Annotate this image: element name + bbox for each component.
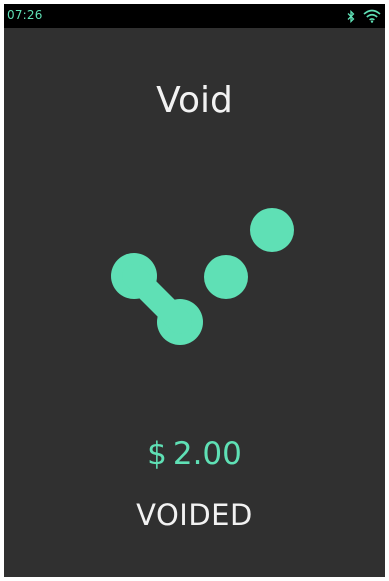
app-screen: 07:26 Void $ 2.00 VOIDED bbox=[4, 4, 385, 577]
wifi-icon bbox=[363, 9, 381, 23]
amount-value: 2.00 bbox=[172, 436, 242, 472]
void-logo-icon bbox=[111, 208, 294, 345]
page-title: Void bbox=[156, 80, 233, 121]
bluetooth-icon bbox=[347, 9, 355, 23]
status-icons bbox=[347, 8, 381, 24]
status-time: 07:26 bbox=[7, 8, 43, 22]
void-amount: $2.00 bbox=[4, 436, 385, 472]
status-bar: 07:26 bbox=[4, 4, 385, 28]
currency-symbol: $ bbox=[147, 436, 167, 472]
transaction-status: VOIDED bbox=[136, 498, 253, 532]
